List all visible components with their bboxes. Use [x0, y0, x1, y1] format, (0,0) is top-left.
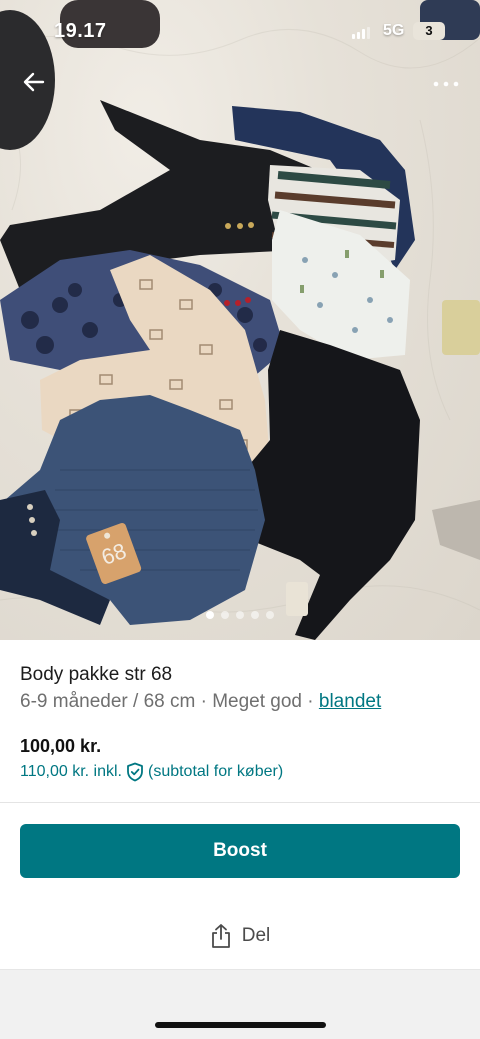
photo-pagination [0, 611, 480, 621]
listing-details: Body pakke str 68 6-9 måneder / 68 cm · … [20, 662, 460, 715]
listing-size: 6-9 måneder / 68 cm [20, 691, 196, 712]
battery-icon: 3 [413, 22, 445, 40]
signal-icon [352, 27, 370, 39]
share-label: Del [241, 925, 271, 946]
home-indicator[interactable] [155, 1022, 326, 1028]
status-bar: 19.17 5G 3 [0, 0, 480, 62]
shield-check-icon [127, 762, 143, 782]
pagination-dot[interactable] [251, 611, 259, 619]
share-icon [211, 924, 230, 948]
share-button[interactable]: Del [0, 916, 480, 956]
listing-condition: Meget god [212, 691, 302, 712]
pagination-dot[interactable] [236, 611, 244, 619]
listing-title: Body pakke str 68 [20, 664, 173, 685]
network-label: 5G [383, 22, 405, 39]
price-incl: 110,00 kr. inkl. [20, 763, 122, 780]
arrow-left-icon [23, 72, 45, 92]
listing-meta: 6-9 måneder / 68 cm · Meget god · blande… [20, 689, 460, 715]
meta-separator: · [307, 691, 314, 712]
meta-separator: · [200, 691, 207, 712]
brand-link[interactable]: blandet [319, 691, 381, 712]
buyer-price-info[interactable]: 110,00 kr. inkl. (subtotal for køber) [20, 762, 283, 782]
back-button[interactable] [14, 62, 54, 102]
status-time: 19.17 [54, 20, 107, 42]
divider [0, 802, 480, 803]
pagination-dot[interactable] [206, 611, 214, 619]
bottom-section [0, 969, 480, 1039]
more-options-button[interactable] [424, 66, 468, 102]
boost-button[interactable]: Boost [20, 824, 460, 878]
more-dots-icon [433, 81, 459, 87]
pagination-dot[interactable] [221, 611, 229, 619]
listing-photo[interactable]: 68 19.17 5G 3 [0, 0, 480, 640]
listing-price: 100,00 kr. [20, 736, 102, 756]
clothes-photo-image: 68 [0, 0, 480, 640]
pagination-dot[interactable] [266, 611, 274, 619]
price-incl-note: (subtotal for køber) [147, 763, 284, 780]
